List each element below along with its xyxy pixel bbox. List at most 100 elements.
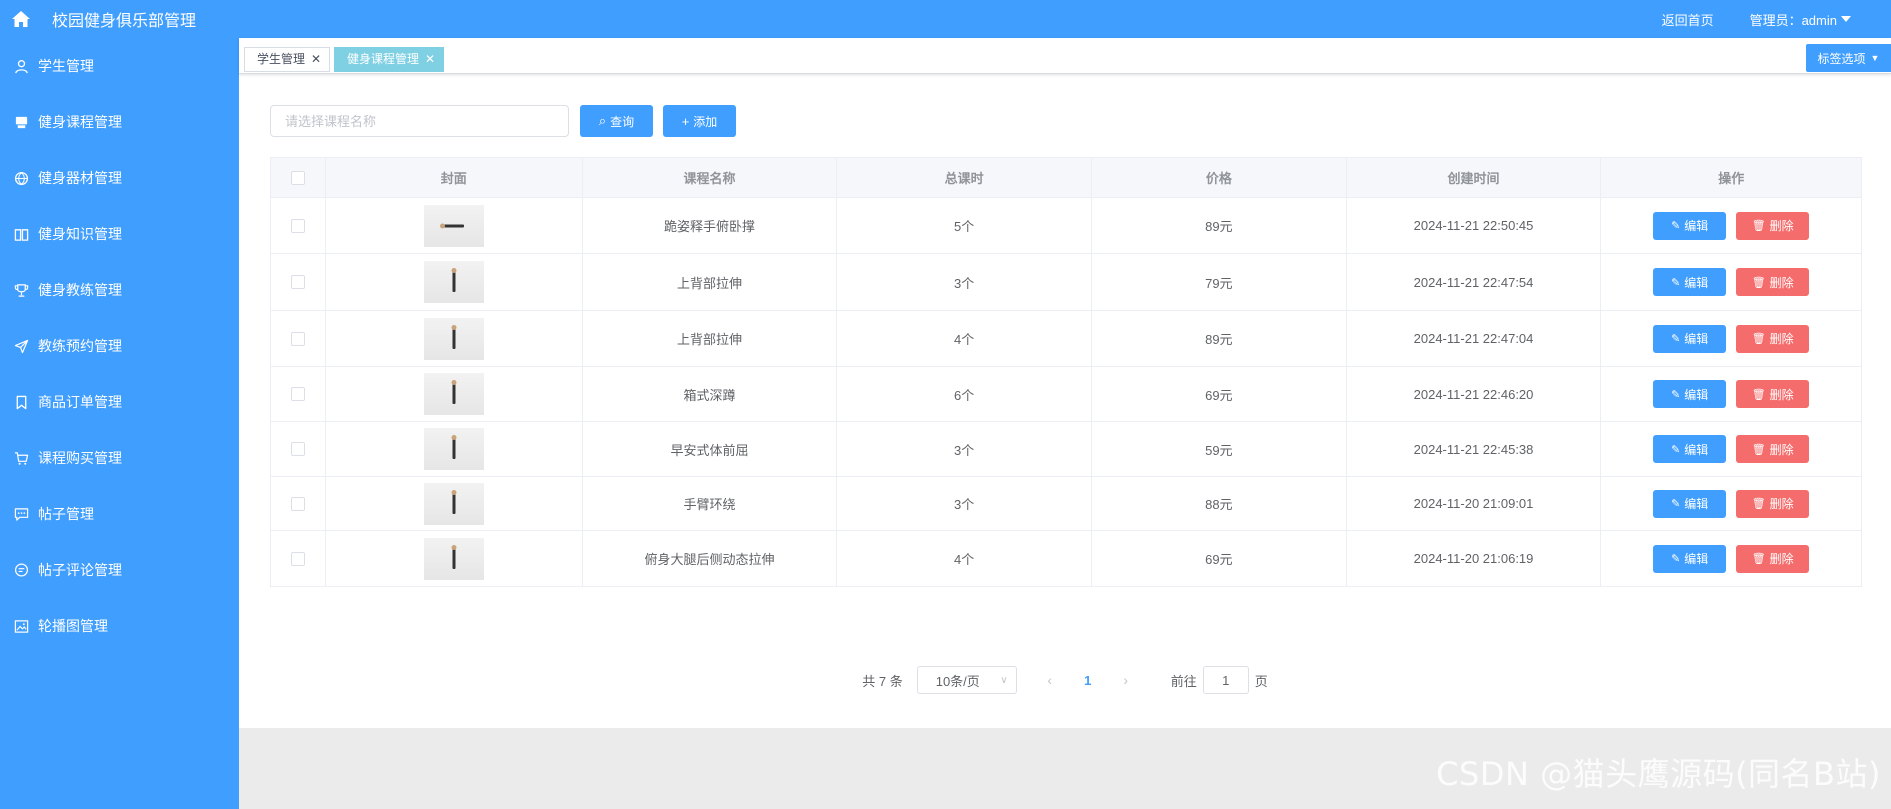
created-time-cell: 2024-11-21 22:47:54	[1347, 254, 1602, 310]
trash-icon: 🗑	[1751, 388, 1766, 401]
price-cell: 79元	[1092, 254, 1347, 310]
delete-button[interactable]: 🗑 删除	[1736, 324, 1810, 353]
edit-icon: ✎	[1671, 220, 1681, 232]
course-name-cell: 早安式体前屈	[583, 422, 838, 476]
table-row: 上背部拉伸 3个 79元 2024-11-21 22:47:54 ✎ 编辑 🗑 删除	[271, 254, 1861, 311]
delete-button[interactable]: 🗑 删除	[1736, 211, 1810, 240]
row-checkbox[interactable]	[290, 387, 305, 401]
search-icon: ⌕	[598, 113, 607, 128]
sidebar-item-label: 健身器材管理	[38, 170, 122, 186]
column-header: 课程名称	[583, 158, 838, 197]
query-label: 查询	[610, 114, 635, 129]
select-all-checkbox[interactable]	[290, 170, 305, 185]
sidebar-item-equipment[interactable]: 健身器材管理	[0, 150, 239, 206]
trash-icon: 🗑	[1751, 498, 1766, 510]
back-home-link[interactable]: 返回首页	[1662, 10, 1714, 29]
tab-label: 学生管理	[257, 52, 306, 66]
created-time-cell: 2024-11-21 22:46:20	[1347, 367, 1602, 421]
picture-icon	[13, 618, 29, 634]
sidebar: 学生管理 健身课程管理 健身器材管理 健身知识管理 健身教练管理 教练预约管理 …	[0, 38, 239, 809]
delete-label: 删除	[1769, 552, 1794, 566]
edit-button[interactable]: ✎ 编辑	[1653, 435, 1727, 463]
row-checkbox[interactable]	[290, 551, 305, 566]
add-button[interactable]: + 添加	[663, 105, 736, 137]
tab-courses[interactable]: 健身课程管理 ✕	[334, 47, 445, 72]
trash-icon: 🗑	[1751, 220, 1766, 232]
total-hours-cell: 3个	[837, 422, 1092, 476]
sidebar-item-banners[interactable]: 轮播图管理	[0, 598, 239, 654]
delete-button[interactable]: 🗑 删除	[1736, 380, 1810, 408]
tab-label: 健身课程管理	[347, 52, 420, 66]
query-button[interactable]: ⌕ 查询	[580, 105, 653, 137]
admin-label: 管理员：admin	[1749, 12, 1837, 28]
page-number[interactable]: 1	[1073, 673, 1103, 688]
tab-students[interactable]: 学生管理 ✕	[244, 47, 331, 72]
sidebar-item-comments[interactable]: 帖子评论管理	[0, 542, 239, 598]
edit-button[interactable]: ✎ 编辑	[1653, 380, 1727, 408]
tag-options-button[interactable]: 标签选项 ▼	[1806, 44, 1891, 72]
edit-button[interactable]: ✎ 编辑	[1653, 324, 1727, 353]
chat-dots-icon	[13, 506, 29, 522]
sidebar-item-posts[interactable]: 帖子管理	[0, 486, 239, 542]
table-row: 手臂环绕 3个 88元 2024-11-20 21:09:01 ✎ 编辑 🗑 删除	[271, 477, 1861, 531]
delete-button[interactable]: 🗑 删除	[1736, 435, 1810, 463]
sidebar-item-courses[interactable]: 健身课程管理	[0, 94, 239, 150]
total-hours-cell: 4个	[837, 531, 1092, 586]
table-row: 上背部拉伸 4个 89元 2024-11-21 22:47:04 ✎ 编辑 🗑 删除	[271, 311, 1861, 367]
delete-label: 删除	[1769, 332, 1794, 346]
row-checkbox[interactable]	[290, 275, 305, 289]
row-checkbox[interactable]	[290, 496, 305, 511]
admin-menu[interactable]: 管理员：admin	[1750, 10, 1851, 29]
course-name-search-input[interactable]	[270, 105, 569, 137]
total-hours-cell: 3个	[837, 254, 1092, 310]
sidebar-item-appointments[interactable]: 教练预约管理	[0, 318, 239, 374]
delete-button[interactable]: 🗑 删除	[1736, 268, 1810, 296]
sidebar-item-purchases[interactable]: 课程购买管理	[0, 430, 239, 486]
column-header: 总课时	[837, 158, 1092, 197]
cart-icon	[13, 450, 29, 466]
edit-button[interactable]: ✎ 编辑	[1653, 211, 1727, 240]
course-cover-image	[423, 428, 484, 470]
total-hours-cell: 6个	[837, 367, 1092, 421]
sidebar-item-label: 健身课程管理	[38, 114, 122, 130]
delete-label: 删除	[1769, 275, 1794, 290]
row-checkbox[interactable]	[290, 442, 305, 456]
edit-label: 编辑	[1684, 442, 1709, 457]
home-icon[interactable]	[11, 9, 31, 29]
sidebar-item-label: 课程购买管理	[38, 450, 122, 466]
course-cover-image	[423, 373, 484, 415]
course-cover-image	[423, 204, 484, 247]
row-checkbox[interactable]	[290, 331, 305, 346]
delete-button[interactable]: 🗑 删除	[1736, 489, 1810, 518]
course-name-cell: 上背部拉伸	[583, 254, 838, 310]
sidebar-item-label: 轮播图管理	[38, 618, 108, 634]
sidebar-item-coaches[interactable]: 健身教练管理	[0, 262, 239, 318]
total-hours-cell: 3个	[837, 477, 1092, 530]
course-name-cell: 跪姿释手俯卧撑	[583, 198, 838, 253]
sidebar-item-label: 健身教练管理	[38, 282, 122, 298]
sidebar-item-label: 教练预约管理	[38, 338, 122, 354]
sidebar-item-knowledge[interactable]: 健身知识管理	[0, 206, 239, 262]
next-page-button[interactable]: ›	[1111, 672, 1141, 688]
course-cover-image	[423, 482, 484, 525]
close-icon[interactable]: ✕	[425, 52, 435, 66]
sidebar-item-orders[interactable]: 商品订单管理	[0, 374, 239, 430]
goto-label: 前往	[1170, 673, 1197, 689]
close-icon[interactable]: ✕	[311, 52, 321, 66]
edit-button[interactable]: ✎ 编辑	[1653, 268, 1727, 296]
delete-button[interactable]: 🗑 删除	[1736, 544, 1810, 573]
trash-icon: 🗑	[1751, 553, 1766, 565]
sidebar-item-label: 健身知识管理	[38, 226, 122, 242]
course-name-cell: 手臂环绕	[583, 477, 838, 530]
goto-page-input[interactable]	[1202, 666, 1249, 694]
edit-button[interactable]: ✎ 编辑	[1653, 544, 1727, 573]
created-time-cell: 2024-11-20 21:06:19	[1347, 531, 1602, 586]
sidebar-item-students[interactable]: 学生管理	[0, 38, 239, 94]
app-title: 校园健身俱乐部管理	[52, 13, 197, 30]
watermark: CSDN @猫头鹰源码(同名B站)	[1436, 755, 1881, 793]
edit-label: 编辑	[1684, 219, 1709, 233]
page-size-select[interactable]: 10条/页 ∨	[916, 666, 1017, 694]
edit-button[interactable]: ✎ 编辑	[1653, 489, 1727, 518]
row-checkbox[interactable]	[290, 218, 305, 233]
prev-page-button[interactable]: ‹	[1035, 672, 1065, 688]
